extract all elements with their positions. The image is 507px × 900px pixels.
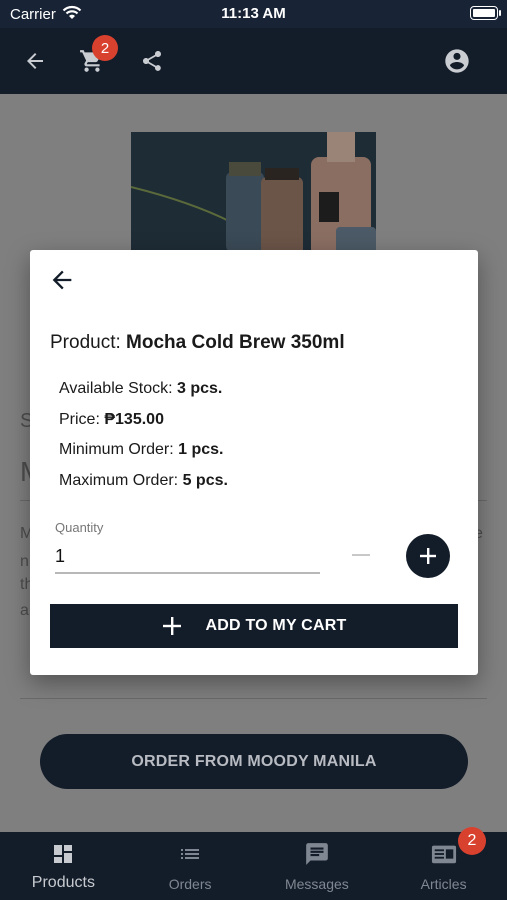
message-icon <box>304 841 330 867</box>
max-order-row: Maximum Order: 5 pcs. <box>59 472 228 490</box>
tab-messages[interactable]: Messages <box>254 832 381 900</box>
article-icon <box>431 841 457 867</box>
battery-icon <box>470 6 498 20</box>
product-line: Product: Mocha Cold Brew 350ml <box>50 332 345 354</box>
add-to-cart-label: ADD TO MY CART <box>205 617 347 634</box>
stock-row: Available Stock: 3 pcs. <box>59 380 222 398</box>
clock: 11:13 AM <box>221 5 286 22</box>
tab-label: Orders <box>168 876 212 892</box>
min-order-value: 1 pcs. <box>178 441 224 458</box>
max-order-label: Maximum Order: <box>59 472 179 489</box>
articles-badge: 2 <box>458 827 486 855</box>
price-value: ₱135.00 <box>104 411 164 428</box>
price-label: Price: <box>59 411 100 428</box>
bottom-tab-bar: Products Orders Messages Articles <box>0 832 507 900</box>
stock-value: 3 pcs. <box>177 380 223 397</box>
close-dialog-arrow-icon[interactable] <box>48 266 76 294</box>
max-order-value: 5 pcs. <box>182 472 228 489</box>
cart-count-badge: 2 <box>92 35 118 61</box>
status-bar: Carrier 11:13 AM <box>0 0 507 28</box>
account-button[interactable] <box>440 44 474 78</box>
list-icon <box>177 841 203 867</box>
battery-tip <box>499 10 501 16</box>
dashboard-icon <box>50 841 76 867</box>
back-button[interactable] <box>18 44 52 78</box>
plus-icon <box>162 617 181 635</box>
increment-button[interactable] <box>406 534 450 578</box>
add-to-cart-button[interactable]: ADD TO MY CART <box>50 604 458 648</box>
add-to-cart-dialog: Product: Mocha Cold Brew 350ml Available… <box>30 250 478 675</box>
quantity-label: Quantity <box>55 520 104 535</box>
description-line: n <box>20 553 29 570</box>
tab-label: Products <box>31 874 95 891</box>
product-label: Product: <box>50 332 121 353</box>
share-button[interactable] <box>135 44 169 78</box>
plus-icon <box>420 548 436 564</box>
share-icon <box>143 51 161 71</box>
order-from-store-button[interactable]: ORDER FROM MOODY MANILA <box>40 734 468 789</box>
min-order-label: Minimum Order: <box>59 441 174 458</box>
tab-orders[interactable]: Orders <box>127 832 254 900</box>
decrement-button[interactable] <box>352 554 370 556</box>
account-circle-icon <box>445 49 469 73</box>
description-line: a <box>20 602 29 619</box>
divider <box>20 698 487 699</box>
price-row: Price: ₱135.00 <box>59 411 164 429</box>
min-order-row: Minimum Order: 1 pcs. <box>59 441 224 459</box>
tab-label: Messages <box>284 876 349 892</box>
tab-label: Articles <box>420 876 467 892</box>
tab-articles[interactable]: Articles <box>380 832 507 900</box>
arrow-left-icon <box>27 53 43 69</box>
product-name: Mocha Cold Brew 350ml <box>126 332 345 353</box>
tab-products[interactable]: Products <box>0 832 127 900</box>
stock-label: Available Stock: <box>59 380 173 397</box>
app-bar <box>0 28 507 94</box>
quantity-input[interactable] <box>55 540 320 574</box>
